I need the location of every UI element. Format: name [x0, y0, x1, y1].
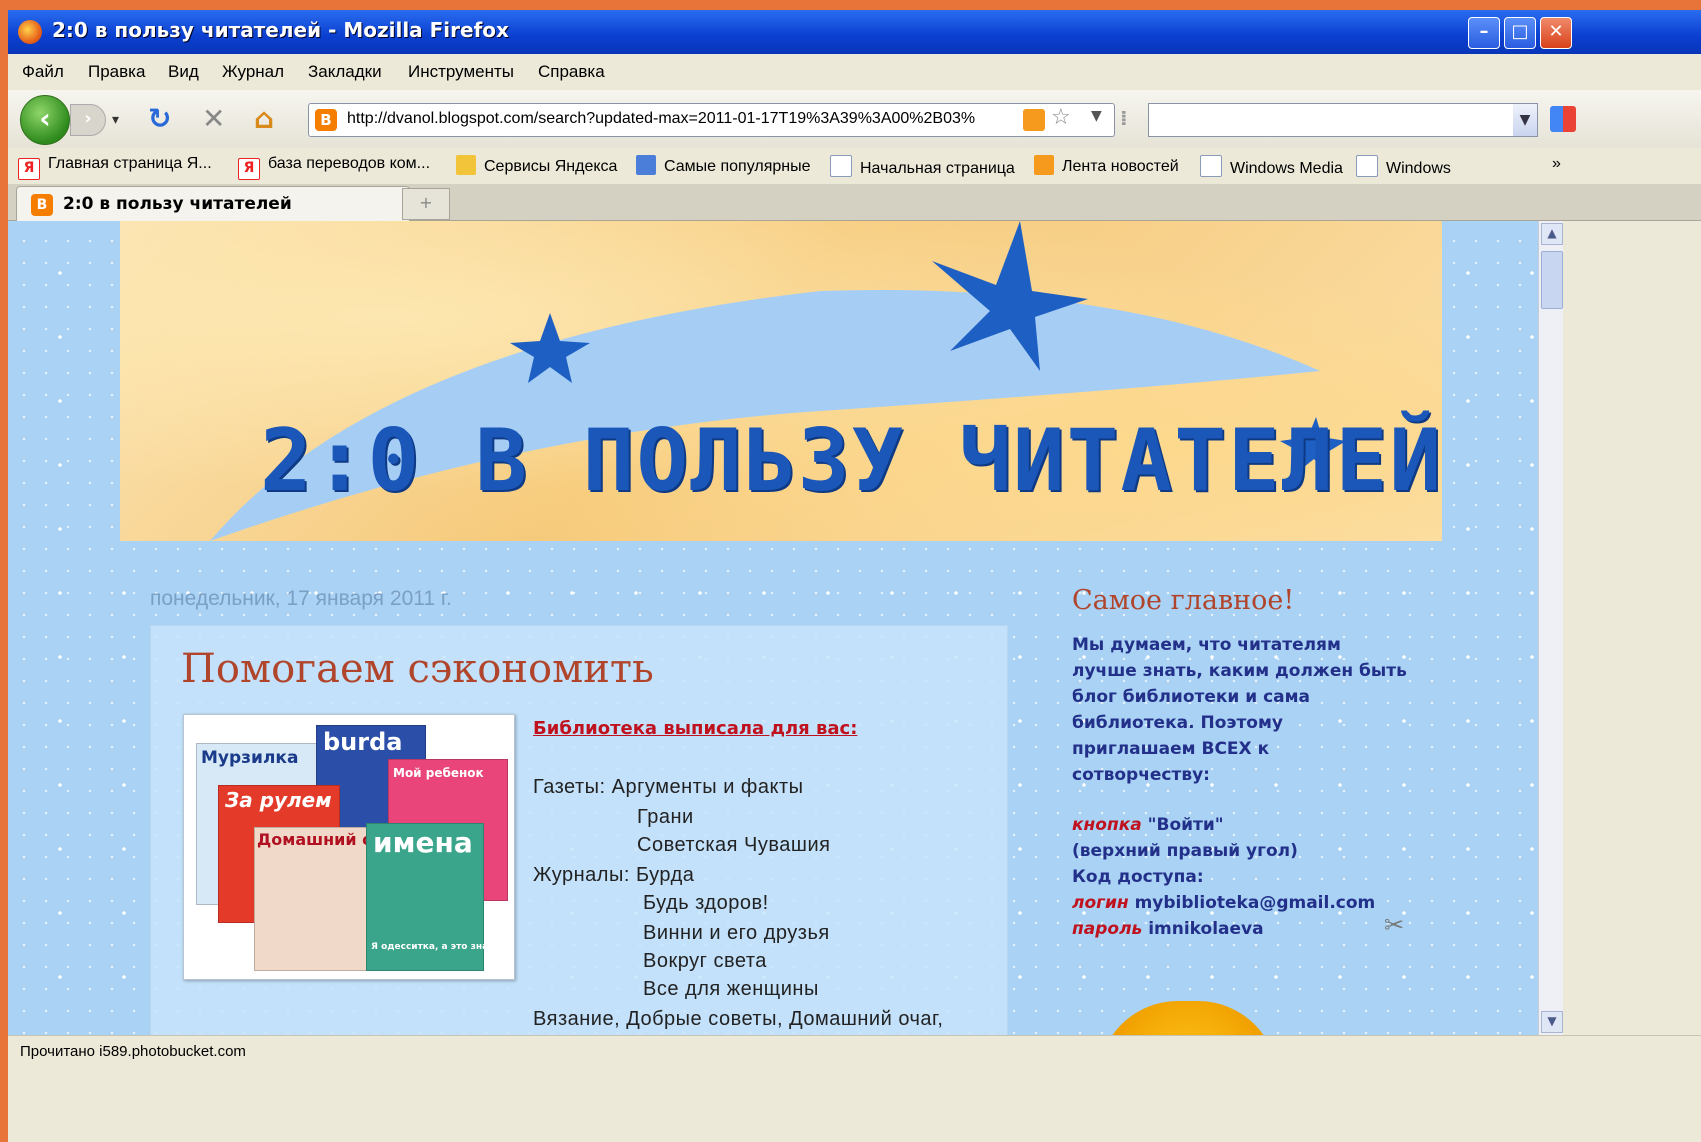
bookmark-item[interactable]: Windows	[1356, 155, 1451, 178]
menu-file[interactable]: Файл	[22, 62, 64, 82]
firefox-icon	[18, 20, 42, 44]
bookmark-star-icon[interactable]: ☆	[1051, 105, 1071, 130]
blog-header-banner: 2:0 В ПОЛЬЗУ ЧИТАТЕЛЕЙ	[120, 221, 1442, 541]
home-button[interactable]: ⌂	[254, 102, 274, 135]
magazine-cover: Домашний очаг	[254, 827, 403, 971]
page-icon	[1200, 155, 1222, 177]
url-dropdown-icon[interactable]: ▼	[1091, 108, 1102, 124]
page-content: 2:0 В ПОЛЬЗУ ЧИТАТЕЛЕЙ понедельник, 17 я…	[8, 221, 1538, 1035]
sidebar-text: лучше знать, каким должен быть	[1072, 661, 1407, 681]
post-text-line: Советская Чувашия	[637, 834, 831, 856]
blogger-favicon: B	[31, 194, 53, 216]
bookmark-item[interactable]: Я Главная страница Я...	[18, 155, 212, 180]
bookmark-folder[interactable]: Сервисы Яндекса	[456, 155, 617, 176]
navigation-toolbar: ‹ › ▾ ↻ ✕ ⌂ B http://dvanol.blogspot.com…	[8, 90, 1701, 149]
title-bar: 2:0 в пользу читателей - Mozilla Firefox…	[8, 10, 1701, 54]
menu-bar: Файл Правка Вид Журнал Закладки Инструме…	[8, 54, 1701, 90]
stop-button[interactable]: ✕	[202, 102, 225, 135]
blogger-favicon: B	[315, 109, 337, 131]
bookmark-item[interactable]: Лента новостей	[1034, 155, 1179, 176]
rss-icon[interactable]	[1023, 109, 1045, 131]
bookmark-item[interactable]: Начальная страница	[830, 155, 1015, 178]
tab-active[interactable]: B 2:0 в пользу читателей	[16, 186, 410, 221]
sidebar-password: пароль imnikolaeva	[1072, 919, 1264, 939]
window-title: 2:0 в пользу читателей - Mozilla Firefox	[52, 18, 509, 42]
maximize-button[interactable]: □	[1504, 17, 1536, 49]
search-input[interactable]: ▼	[1148, 103, 1538, 137]
post-text-line: Все для женщины	[643, 978, 819, 1000]
edit-gadget-icon[interactable]: ✂	[1384, 911, 1404, 939]
scroll-thumb[interactable]	[1541, 251, 1563, 309]
bookmarks-toolbar: Я Главная страница Я... Ябаза переводов к…	[8, 148, 1701, 184]
page-icon	[1356, 155, 1378, 177]
search-icon	[636, 155, 656, 175]
post-text-line: Грани	[637, 806, 694, 828]
magazines-photo[interactable]: Мурзилка burda Мой ребенок За рулем Дома…	[183, 714, 515, 980]
menu-tools[interactable]: Инструменты	[408, 62, 514, 82]
post-lead-link[interactable]: Библиотека выписала для вас:	[533, 718, 857, 739]
folder-icon	[456, 155, 476, 175]
menu-edit[interactable]: Правка	[88, 62, 145, 82]
forward-button[interactable]: ›	[70, 104, 106, 136]
post-text-line: Будь здоров!	[643, 892, 769, 914]
browser-window: 2:0 в пользу читателей - Mozilla Firefox…	[8, 10, 1701, 1142]
status-text: Прочитано i589.photobucket.com	[20, 1043, 246, 1060]
blog-title[interactable]: 2:0 В ПОЛЬЗУ ЧИТАТЕЛЕЙ	[260, 411, 1442, 511]
post-text-line: Винни и его друзья	[643, 922, 830, 944]
sidebar-text: блог библиотеки и сама	[1072, 687, 1310, 707]
sidebar-text: Мы думаем, что читателям	[1072, 635, 1341, 655]
yandex-icon: Я	[238, 158, 260, 180]
magazine-cover: имена Я одесситка, а это значит!	[366, 823, 510, 971]
post-text-line: Журналы: Бурда	[533, 864, 695, 886]
sidebar-text: сотворчеству:	[1072, 765, 1210, 785]
sidebar-text: (верхний правый угол)	[1072, 841, 1298, 861]
blog-post: Помогаем сэкономить Мурзилка burda Мой р…	[150, 625, 1008, 1035]
tab-label: 2:0 в пользу читателей	[63, 194, 292, 214]
sidebar-image	[1098, 1001, 1278, 1035]
sidebar-text: библиотека. Поэтому	[1072, 713, 1283, 733]
menu-help[interactable]: Справка	[538, 62, 605, 82]
bookmark-item[interactable]: Windows Media	[1200, 155, 1343, 178]
resize-handle-icon[interactable]: ⁞	[1120, 106, 1128, 130]
reload-button[interactable]: ↻	[148, 102, 171, 135]
bookmarks-overflow[interactable]: »	[1552, 155, 1561, 173]
post-text-line: Вязание, Добрые советы, Домашний очаг,	[533, 1008, 944, 1030]
bookmark-item[interactable]: Самые популярные	[636, 155, 810, 176]
url-text[interactable]: http://dvanol.blogspot.com/search?update…	[347, 110, 975, 128]
search-dropdown-icon[interactable]: ▼	[1513, 104, 1537, 136]
post-date: понедельник, 17 января 2011 г.	[150, 587, 452, 610]
bookmark-item[interactable]: Ябаза переводов ком...	[238, 155, 430, 180]
google-icon[interactable]	[1550, 106, 1576, 132]
page-icon	[830, 155, 852, 177]
sidebar-title: Самое главное!	[1072, 585, 1295, 616]
sidebar-text: Код доступа:	[1072, 867, 1204, 887]
vertical-scrollbar[interactable]: ▲ ▼	[1538, 221, 1563, 1035]
minimize-button[interactable]: –	[1468, 17, 1500, 49]
scroll-down-icon[interactable]: ▼	[1541, 1011, 1563, 1033]
post-text-line: Газеты: Аргументы и факты	[533, 776, 804, 798]
rss-icon	[1034, 155, 1054, 175]
sidebar-login-hint: кнопка "Войти"	[1072, 815, 1224, 835]
menu-history[interactable]: Журнал	[222, 62, 284, 82]
post-title[interactable]: Помогаем сэкономить	[181, 646, 654, 692]
post-text-line: Вокруг света	[643, 950, 767, 972]
menu-bookmarks[interactable]: Закладки	[308, 62, 382, 82]
menu-view[interactable]: Вид	[168, 62, 199, 82]
yandex-icon: Я	[18, 158, 40, 180]
new-tab-button[interactable]: +	[402, 188, 450, 220]
close-button[interactable]: ✕	[1540, 17, 1572, 49]
scroll-up-icon[interactable]: ▲	[1541, 223, 1563, 245]
history-dropdown-icon[interactable]: ▾	[112, 112, 119, 128]
tab-strip: B 2:0 в пользу читателей +	[8, 184, 1701, 221]
sidebar-login: логин mybiblioteka@gmail.com	[1072, 893, 1376, 913]
status-bar: Прочитано i589.photobucket.com	[8, 1035, 1701, 1068]
sidebar-text: приглашаем ВСЕХ к	[1072, 739, 1270, 759]
address-bar[interactable]: B http://dvanol.blogspot.com/search?upda…	[308, 103, 1115, 137]
back-button[interactable]: ‹	[20, 95, 70, 145]
